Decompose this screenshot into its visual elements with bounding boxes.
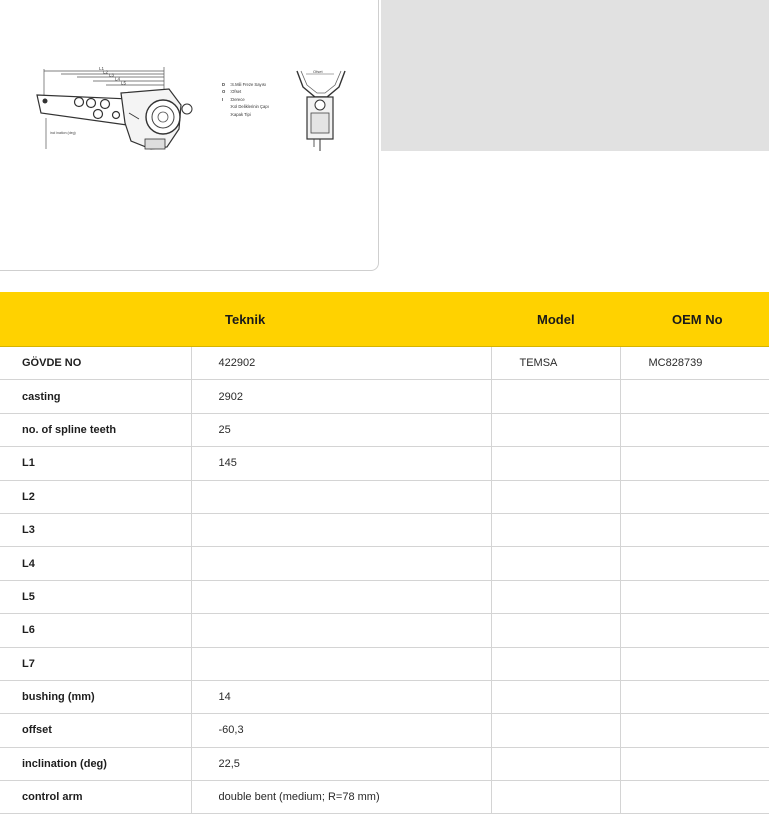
header-model: Model [491, 292, 620, 347]
legend-text-5: :Kapak Tipi [230, 112, 251, 117]
model-value [491, 747, 621, 782]
dim-label-2: L2 [103, 70, 109, 75]
table-row: offset -60,3 [0, 713, 769, 748]
slack-adjuster-diagram: L1 L2 L3 L4 L5 incl ination (deg) D:S.M… [36, 66, 346, 151]
row-label: no. of spline teeth [0, 413, 192, 448]
header-blank [0, 292, 191, 347]
teknik-value [191, 546, 492, 581]
dim-label-5: L5 [121, 81, 127, 86]
model-value [491, 713, 621, 748]
row-label: control arm [0, 780, 192, 815]
product-image-card: L1 L2 L3 L4 L5 incl ination (deg) D:S.M… [0, 0, 379, 271]
oem-value [620, 379, 769, 414]
teknik-value: 422902 [191, 346, 492, 381]
diagram-legend: D :S.Mili Freze Sayısı O :Ofset I :Derec… [222, 82, 269, 117]
legend-text-4: :Kol Deliklerinin Çapı [230, 104, 269, 109]
table-row: L3 [0, 513, 769, 548]
model-value [491, 379, 621, 414]
legend-text-3: :Derece [230, 97, 245, 102]
table-row: L5 [0, 580, 769, 615]
oem-value [620, 546, 769, 581]
oem-value [620, 513, 769, 548]
table-row: GÖVDE NO 422902 TEMSA MC828739 [0, 346, 769, 381]
table-row: casting 2902 [0, 379, 769, 414]
legend-key-3: I [222, 97, 223, 102]
teknik-value: 25 [191, 413, 492, 448]
row-label: bushing (mm) [0, 680, 192, 715]
row-label: inclination (deg) [0, 747, 192, 782]
teknik-value: 14 [191, 680, 492, 715]
gray-panel [381, 0, 769, 151]
legend-key-2: O [222, 89, 226, 94]
teknik-value [191, 480, 492, 514]
oem-value [620, 647, 769, 681]
model-value [491, 446, 621, 481]
side-label: incl ination (deg) [50, 131, 76, 135]
table-row: L2 [0, 480, 769, 514]
teknik-value: double bent (medium; R=78 mm) [191, 780, 492, 815]
row-label: L5 [0, 580, 192, 615]
oem-value [620, 680, 769, 715]
row-label: L3 [0, 513, 192, 548]
table-row: bushing (mm) 14 [0, 680, 769, 715]
model-value [491, 647, 621, 681]
teknik-value [191, 647, 492, 681]
model-value [491, 613, 621, 648]
row-label: L4 [0, 546, 192, 581]
oem-value [620, 713, 769, 748]
legend-text-1: :S.Mili Freze Sayısı [230, 82, 266, 87]
side-view-drawing: Ofset [296, 69, 346, 151]
model-value [491, 780, 621, 815]
table-row: control arm double bent (medium; R=78 mm… [0, 780, 769, 815]
row-label: L1 [0, 446, 192, 481]
legend-key-1: D [222, 82, 225, 87]
row-label: L6 [0, 613, 192, 648]
row-label: GÖVDE NO [0, 346, 192, 381]
spec-table: Teknik Model OEM No GÖVDE NO 422902 TEMS… [0, 292, 769, 815]
header-teknik: Teknik [191, 292, 491, 347]
table-row: no. of spline teeth 25 [0, 413, 769, 448]
teknik-value: 145 [191, 446, 492, 481]
oem-value [620, 613, 769, 648]
oem-value [620, 780, 769, 815]
model-value [491, 546, 621, 581]
teknik-value [191, 513, 492, 548]
teknik-value [191, 613, 492, 648]
teknik-value: 22,5 [191, 747, 492, 782]
table-row: L6 [0, 613, 769, 648]
teknik-value: 2902 [191, 379, 492, 414]
teknik-value [191, 580, 492, 615]
row-label: L7 [0, 647, 192, 681]
dim-label-3: L3 [109, 73, 115, 78]
dim-label-4: L4 [115, 77, 121, 82]
oem-value [620, 480, 769, 514]
oem-value [620, 413, 769, 448]
row-label: casting [0, 379, 192, 414]
model-value: TEMSA [491, 346, 621, 381]
model-value [491, 480, 621, 514]
model-value [491, 580, 621, 615]
oem-value: MC828739 [620, 346, 769, 381]
model-value [491, 513, 621, 548]
model-value [491, 680, 621, 715]
legend-text-2: :Ofset [230, 89, 242, 94]
oem-value [620, 446, 769, 481]
header-oem-no: OEM No [620, 292, 769, 347]
table-row: L1 145 [0, 446, 769, 481]
row-label: offset [0, 713, 192, 748]
model-value [491, 413, 621, 448]
table-row: L7 [0, 647, 769, 681]
table-row: L4 [0, 546, 769, 581]
row-label: L2 [0, 480, 192, 514]
oem-value [620, 580, 769, 615]
offset-label: Ofset [313, 69, 323, 74]
table-row: inclination (deg) 22,5 [0, 747, 769, 782]
arm-body [36, 88, 193, 150]
oem-value [620, 747, 769, 782]
spec-table-header: Teknik Model OEM No [0, 292, 769, 347]
teknik-value: -60,3 [191, 713, 492, 748]
